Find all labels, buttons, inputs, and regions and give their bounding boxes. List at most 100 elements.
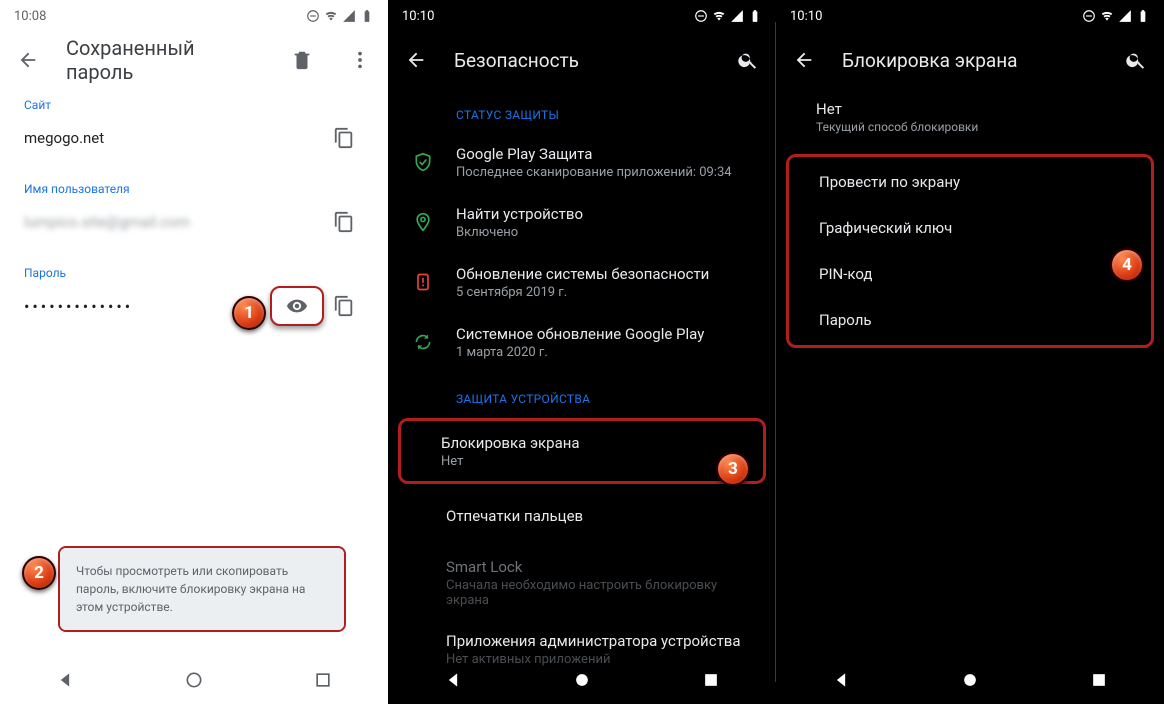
status-time: 10:08 bbox=[14, 9, 46, 24]
row-find-device[interactable]: Найти устройство Включено bbox=[388, 192, 776, 252]
wifi-icon bbox=[1100, 9, 1114, 23]
nav-bar bbox=[0, 656, 388, 704]
nav-recent-icon[interactable] bbox=[313, 670, 333, 690]
nav-home-icon[interactable] bbox=[960, 670, 980, 690]
row-title: Найти устройство bbox=[456, 205, 742, 223]
site-label: Сайт bbox=[24, 98, 364, 112]
nav-recent-icon[interactable] bbox=[701, 670, 721, 690]
row-play-update[interactable]: Системное обновление Google Play 1 марта… bbox=[388, 312, 776, 372]
back-button[interactable] bbox=[8, 40, 48, 80]
arrow-back-icon bbox=[793, 49, 815, 71]
password-label: Пароль bbox=[24, 266, 364, 280]
trash-icon bbox=[291, 49, 313, 71]
option-password[interactable]: Пароль bbox=[789, 297, 1151, 343]
row-security-update[interactable]: Обновление системы безопасности 5 сентяб… bbox=[388, 252, 776, 312]
row-title: Отпечатки пальцев bbox=[446, 507, 742, 525]
nav-bar bbox=[776, 656, 1164, 704]
search-button[interactable] bbox=[728, 40, 768, 80]
row-screen-lock[interactable]: Блокировка экрана Нет bbox=[401, 421, 763, 481]
panel-screen-lock: 10:10 Блокировка экрана Нет Текущий спос… bbox=[776, 0, 1164, 704]
callout-3: 3 bbox=[716, 452, 750, 486]
nav-back-icon[interactable] bbox=[443, 670, 463, 690]
battery-icon bbox=[360, 9, 374, 23]
search-icon bbox=[1125, 49, 1147, 71]
back-button[interactable] bbox=[784, 40, 824, 80]
more-vert-icon bbox=[349, 49, 371, 71]
status-icons bbox=[306, 9, 374, 23]
nav-back-icon[interactable] bbox=[55, 670, 75, 690]
copy-icon bbox=[333, 211, 355, 233]
back-button[interactable] bbox=[396, 40, 436, 80]
copy-icon bbox=[333, 295, 355, 317]
row-title: Приложения администратора устройства bbox=[446, 632, 742, 650]
username-label: Имя пользователя bbox=[24, 182, 364, 196]
battery-icon bbox=[1136, 9, 1150, 23]
status-bar: 10:08 bbox=[0, 0, 388, 32]
overflow-button[interactable] bbox=[340, 40, 380, 80]
option-swipe[interactable]: Провести по экрану bbox=[789, 159, 1151, 205]
site-value: megogo.net bbox=[24, 129, 324, 147]
row-play-protect[interactable]: Google Play Защита Последнее сканировани… bbox=[388, 132, 776, 192]
copy-password-button[interactable] bbox=[324, 286, 364, 326]
nav-recent-icon[interactable] bbox=[1089, 670, 1109, 690]
signal-icon bbox=[730, 9, 744, 23]
app-bar: Сохраненный пароль bbox=[0, 32, 388, 88]
row-sub: Последнее сканирование приложений: 09:34 bbox=[456, 165, 742, 180]
copy-username-button[interactable] bbox=[324, 202, 364, 242]
section-status-header: СТАТУС ЗАЩИТЫ bbox=[388, 88, 776, 132]
row-sub: Нет bbox=[441, 454, 729, 469]
status-icons bbox=[694, 9, 762, 23]
copy-site-button[interactable] bbox=[324, 118, 364, 158]
row-sub: 1 марта 2020 г. bbox=[456, 345, 742, 360]
status-bar: 10:10 bbox=[776, 0, 1164, 32]
eye-icon bbox=[286, 295, 308, 317]
reveal-password-button[interactable] bbox=[286, 295, 308, 317]
app-bar: Блокировка экрана bbox=[776, 32, 1164, 88]
lock-row-highlight: Блокировка экрана Нет bbox=[398, 418, 766, 484]
row-title: Google Play Защита bbox=[456, 145, 742, 163]
saved-password-content: Сайт megogo.net Имя пользователя lumpico… bbox=[0, 88, 388, 360]
arrow-back-icon bbox=[405, 49, 427, 71]
status-bar: 10:10 bbox=[388, 0, 776, 32]
copy-icon bbox=[333, 127, 355, 149]
shield-check-icon bbox=[413, 152, 433, 172]
row-fingerprints[interactable]: Отпечатки пальцев bbox=[388, 486, 776, 546]
dnd-icon bbox=[694, 9, 708, 23]
signal-icon bbox=[1118, 9, 1132, 23]
wifi-icon bbox=[324, 9, 338, 23]
options-highlight: Провести по экрану Графический ключ PIN-… bbox=[786, 154, 1154, 348]
current-title: Нет bbox=[816, 100, 1140, 118]
toast-message: Чтобы просмотреть или скопировать пароль… bbox=[60, 548, 344, 630]
row-sub: 5 сентября 2019 г. bbox=[456, 285, 742, 300]
delete-button[interactable] bbox=[282, 40, 322, 80]
row-sub: Включено bbox=[456, 225, 742, 240]
search-button[interactable] bbox=[1116, 40, 1156, 80]
status-time: 10:10 bbox=[790, 9, 822, 24]
nav-home-icon[interactable] bbox=[184, 670, 204, 690]
option-pin[interactable]: PIN-код bbox=[789, 251, 1151, 297]
arrow-back-icon bbox=[17, 49, 39, 71]
row-sub: Сначала необходимо настроить блокировку … bbox=[446, 578, 742, 608]
callout-4: 4 bbox=[1110, 248, 1144, 282]
callout-1: 1 bbox=[232, 296, 266, 330]
current-lock-option[interactable]: Нет Текущий способ блокировки bbox=[776, 88, 1164, 148]
username-value: lumpico.site@gmail.com bbox=[24, 213, 324, 231]
nav-back-icon[interactable] bbox=[831, 670, 851, 690]
signal-icon bbox=[342, 9, 356, 23]
alert-icon bbox=[413, 272, 433, 292]
appbar-title: Сохраненный пароль bbox=[66, 36, 264, 84]
status-time: 10:10 bbox=[402, 9, 434, 24]
appbar-title: Безопасность bbox=[454, 49, 710, 72]
row-title: Системное обновление Google Play bbox=[456, 325, 742, 343]
option-pattern[interactable]: Графический ключ bbox=[789, 205, 1151, 251]
current-sub: Текущий способ блокировки bbox=[816, 120, 1140, 134]
panel-saved-password: 10:08 Сохраненный пароль Сайт megogo.net… bbox=[0, 0, 388, 704]
status-icons bbox=[1082, 9, 1150, 23]
nav-home-icon[interactable] bbox=[572, 670, 592, 690]
row-title: Обновление системы безопасности bbox=[456, 265, 742, 283]
wifi-icon bbox=[712, 9, 726, 23]
reveal-highlight bbox=[270, 286, 324, 326]
search-icon bbox=[737, 49, 759, 71]
toast-highlight: Чтобы просмотреть или скопировать пароль… bbox=[58, 546, 346, 632]
panel-security: 10:10 Безопасность СТАТУС ЗАЩИТЫ Google … bbox=[388, 0, 776, 704]
